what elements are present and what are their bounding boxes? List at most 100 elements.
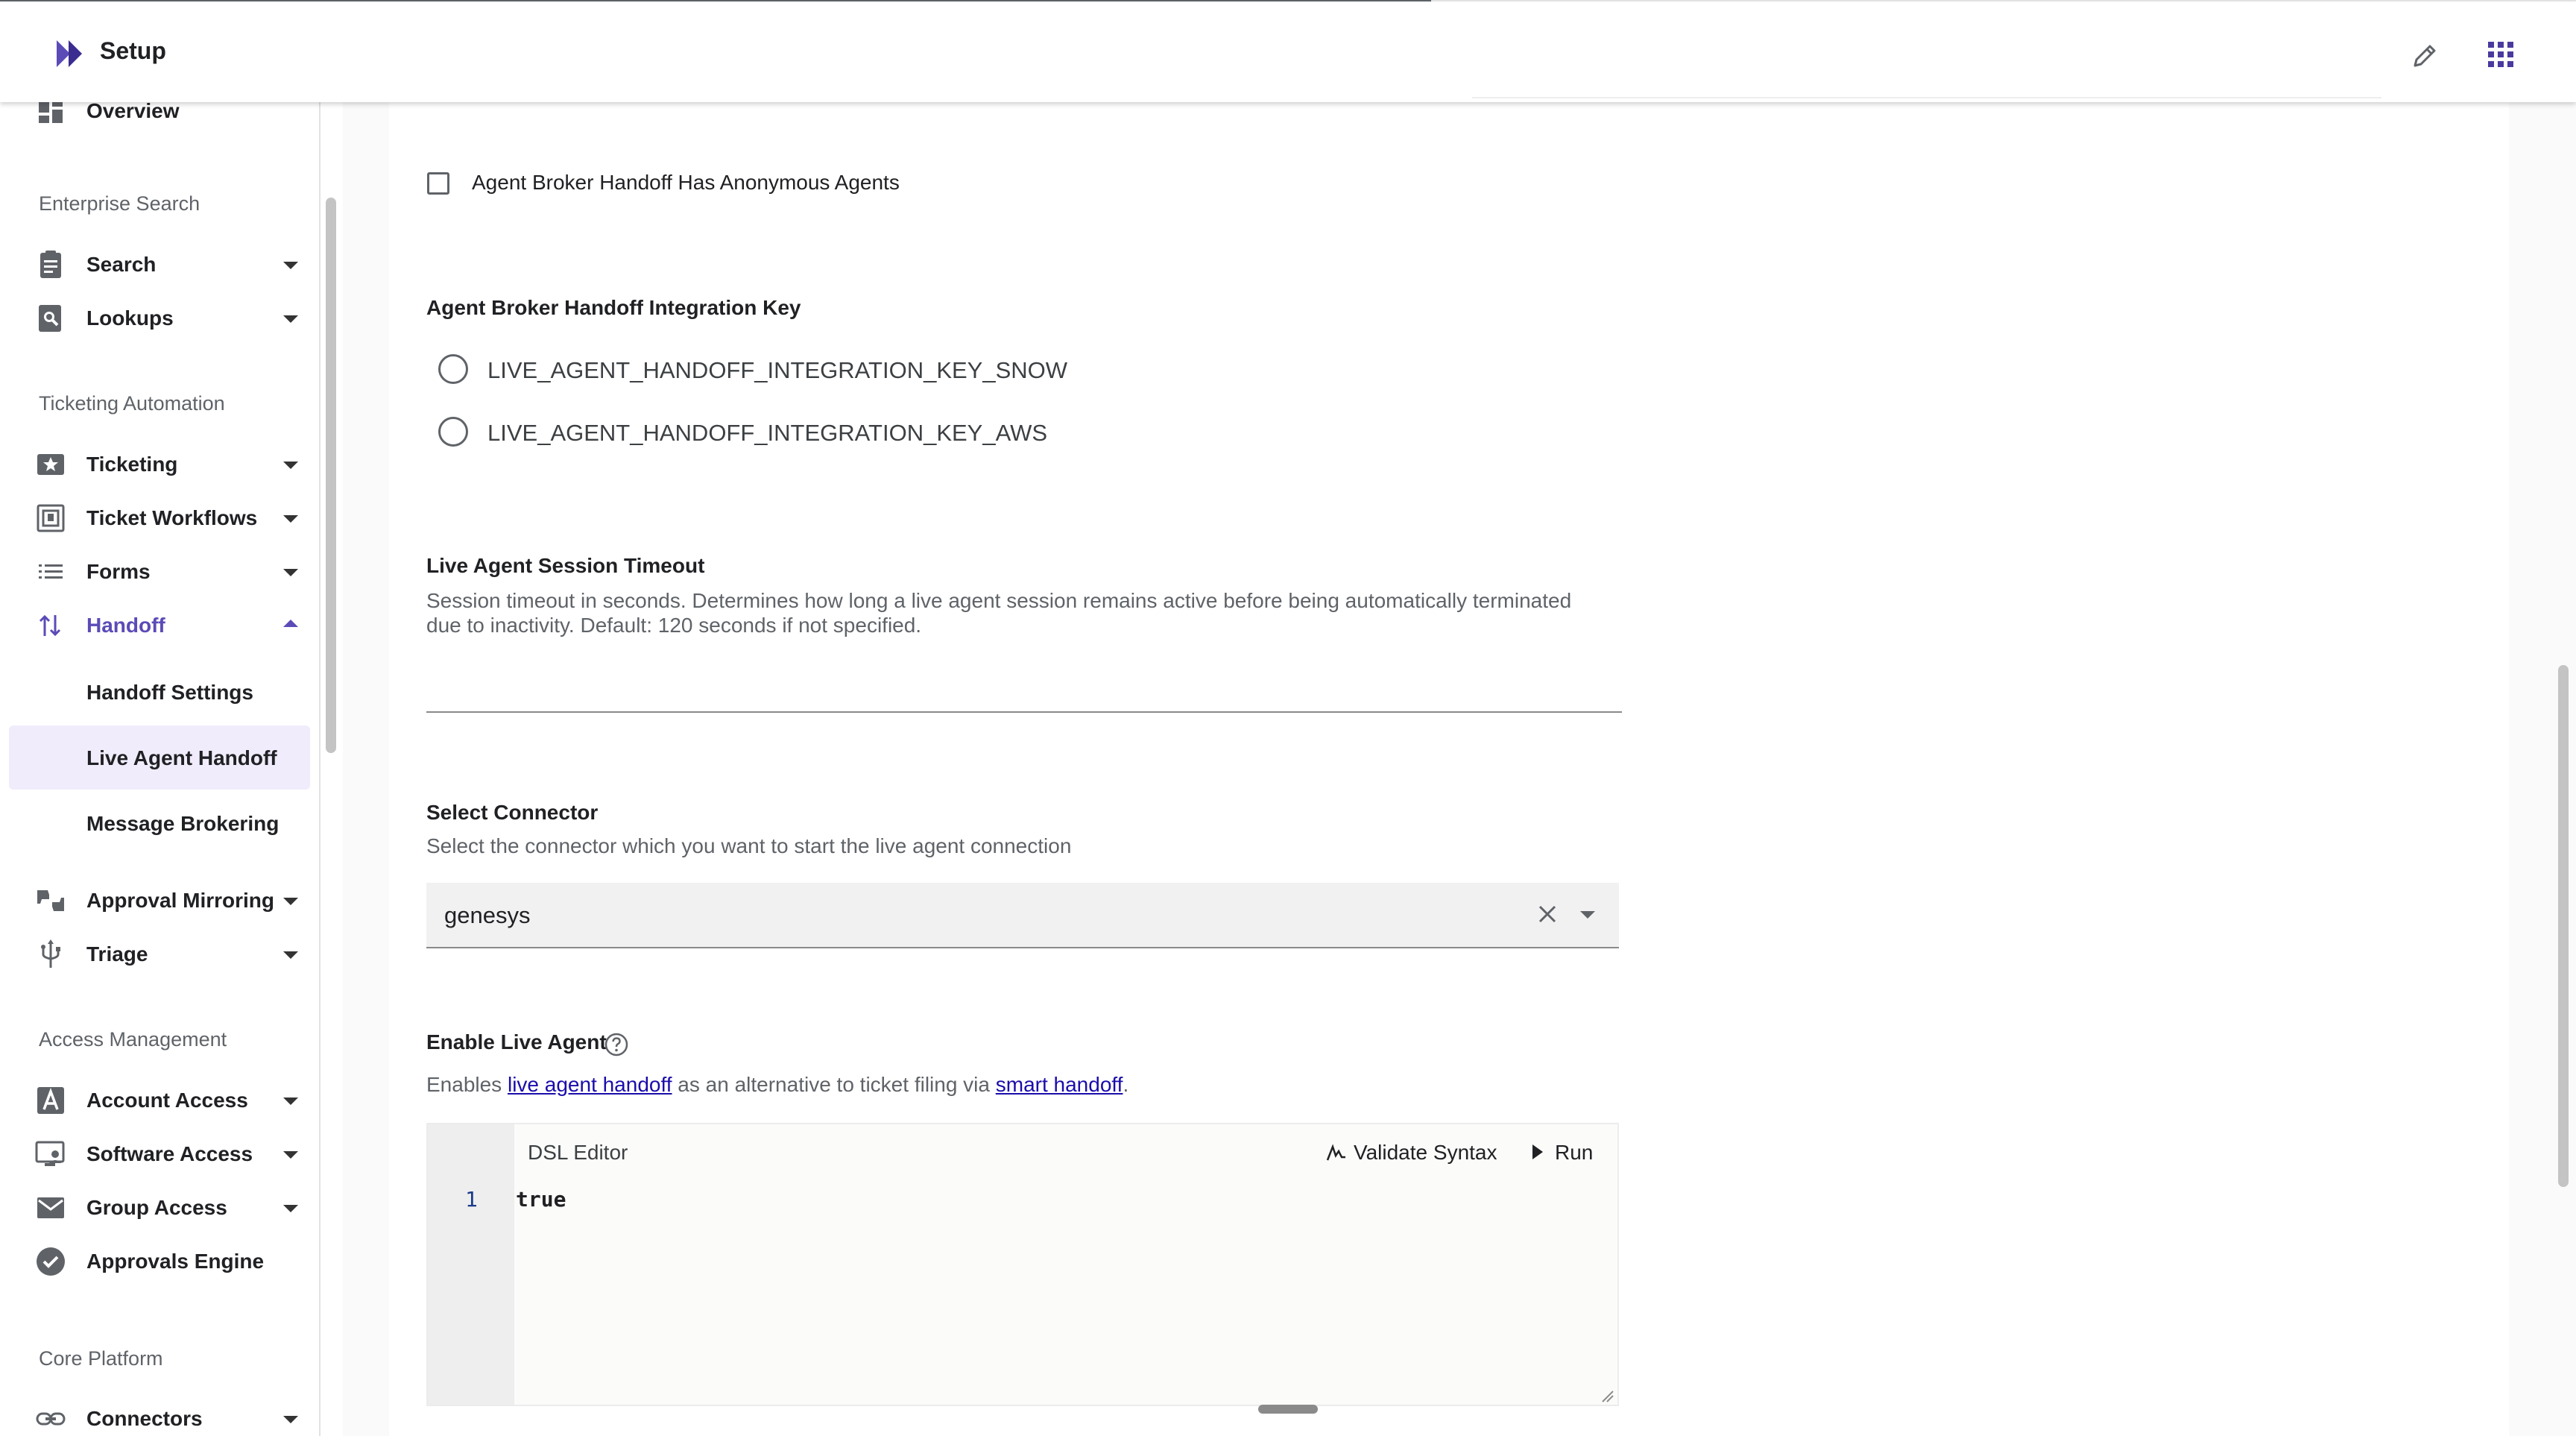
sidebar-item-label: Triage <box>86 942 148 966</box>
sidebar-item-approvals-engine[interactable]: Approvals Engine <box>0 1235 319 1288</box>
chevron-down-icon <box>283 1416 298 1423</box>
radio-label: LIVE_AGENT_HANDOFF_INTEGRATION_KEY_SNOW <box>487 357 1068 383</box>
sidebar-item-ticketing[interactable]: Ticketing <box>0 438 319 491</box>
chevron-down-icon <box>283 262 298 269</box>
sidebar-item-label: Overview <box>86 102 180 122</box>
sidebar-subitem-message-brokering[interactable]: Message Brokering <box>9 791 310 855</box>
connector-select[interactable]: genesys <box>426 883 1619 948</box>
sidebar-item-triage[interactable]: Triage <box>0 928 319 981</box>
validate-syntax-label: Validate Syntax <box>1354 1141 1497 1164</box>
radio-button[interactable] <box>438 417 468 447</box>
chevron-up-icon <box>283 620 298 627</box>
radio-label: LIVE_AGENT_HANDOFF_INTEGRATION_KEY_AWS <box>487 420 1048 446</box>
sidebar-item-label: Ticketing <box>86 453 178 476</box>
thumbs-up-down-icon <box>37 890 64 911</box>
sidebar-scrollbar[interactable] <box>326 198 336 753</box>
select-connector-description: Select the connector which you want to s… <box>426 834 1072 857</box>
sidebar-item-overview[interactable]: Overview <box>0 102 319 138</box>
double-chevron-logo-icon[interactable] <box>57 40 88 67</box>
sidebar-subitem-label: Message Brokering <box>86 812 280 835</box>
radio-button[interactable] <box>438 354 468 384</box>
anonymous-agents-checkbox[interactable] <box>427 172 449 195</box>
section-access-management: Access Management <box>39 1028 227 1051</box>
chevron-down-icon <box>283 515 298 523</box>
sidebar-item-label: Handoff <box>86 614 165 637</box>
sidebar-subitem-handoff-settings[interactable]: Handoff Settings <box>9 660 310 724</box>
editor-gutter <box>428 1124 514 1405</box>
sidebar-item-group-access[interactable]: Group Access <box>0 1181 319 1235</box>
sidebar-item-label: Lookups <box>86 306 174 330</box>
sidebar-subitem-label: Live Agent Handoff <box>86 746 277 769</box>
sidebar-item-label: Search <box>86 253 157 276</box>
session-timeout-title: Live Agent Session Timeout <box>426 554 705 577</box>
header-divider <box>1472 97 2381 98</box>
sidebar-item-forms[interactable]: Forms <box>0 545 319 599</box>
sidebar-item-connectors[interactable]: Connectors <box>0 1392 319 1436</box>
desc-text: Enables <box>426 1073 508 1096</box>
sidebar-subitem-live-agent-handoff[interactable]: Live Agent Handoff <box>9 725 310 790</box>
session-timeout-input[interactable] <box>426 656 1622 713</box>
chevron-down-icon[interactable] <box>1580 911 1595 919</box>
swap-vertical-icon <box>39 614 61 637</box>
line-number: 1 <box>465 1187 478 1212</box>
main-scrollbar[interactable] <box>2558 665 2569 1187</box>
sidebar-item-lookups[interactable]: Lookups <box>0 292 319 345</box>
sidebar-item-label: Connectors <box>86 1407 203 1430</box>
sidebar-item-label: Group Access <box>86 1196 227 1219</box>
workflow-frame-icon <box>37 504 65 532</box>
app-header: Setup <box>0 1 2576 102</box>
chevron-down-icon <box>283 898 298 905</box>
apps-grid-icon[interactable] <box>2482 36 2519 73</box>
sidebar-item-label: Approvals Engine <box>86 1250 265 1273</box>
sidebar-item-search[interactable]: Search <box>0 238 319 292</box>
sidebar-item-approval-mirroring[interactable]: Approval Mirroring <box>0 874 319 928</box>
search-document-icon <box>39 305 61 332</box>
sidebar-subitem-label: Handoff Settings <box>86 681 253 704</box>
live-agent-handoff-link[interactable]: live agent handoff <box>508 1073 672 1096</box>
play-icon <box>1532 1144 1543 1159</box>
envelope-icon <box>37 1197 64 1218</box>
app-title: Setup <box>100 37 166 64</box>
monitor-user-icon <box>35 1141 65 1166</box>
check-circle-icon <box>37 1247 65 1276</box>
chevron-down-icon <box>283 1205 298 1212</box>
enable-live-agent-title: Enable Live Agent <box>426 1030 607 1054</box>
code-line[interactable]: true <box>516 1187 566 1212</box>
run-label: Run <box>1555 1141 1594 1164</box>
chevron-down-icon <box>283 569 298 576</box>
chevron-down-icon <box>283 462 298 469</box>
ticket-star-icon <box>37 454 64 475</box>
dsl-editor[interactable]: 1 true DSL Editor Validate Syntax Run <box>426 1123 1619 1406</box>
session-timeout-description-line1: Session timeout in seconds. Determines h… <box>426 589 1572 612</box>
resize-grip-icon[interactable] <box>1600 1388 1614 1403</box>
sidebar-item-software-access[interactable]: Software Access <box>0 1127 319 1181</box>
pencil-icon[interactable] <box>2408 39 2442 73</box>
sidebar-item-account-access[interactable]: Account Access <box>0 1074 319 1127</box>
sidebar-item-label: Approval Mirroring <box>86 889 275 912</box>
section-enterprise-search: Enterprise Search <box>39 192 201 215</box>
session-timeout-description-line2: due to inactivity. Default: 120 seconds … <box>426 614 922 637</box>
sidebar-item-ticket-workflows[interactable]: Ticket Workflows <box>0 491 319 545</box>
desc-text: . <box>1123 1073 1129 1096</box>
validate-wave-icon <box>1326 1144 1345 1161</box>
chevron-down-icon <box>283 951 298 959</box>
dashboard-icon <box>39 102 63 123</box>
sidebar-item-label: Forms <box>86 560 151 583</box>
help-circle-icon[interactable] <box>604 1032 629 1057</box>
sidebar-item-label: Software Access <box>86 1142 253 1165</box>
sidebar-nav: Overview Enterprise Search Search Lookup… <box>0 102 321 1436</box>
section-ticketing-automation: Ticketing Automation <box>39 392 225 415</box>
editor-title: DSL Editor <box>528 1141 628 1164</box>
close-icon[interactable] <box>1535 902 1559 926</box>
chevron-down-icon <box>283 315 298 323</box>
editor-drag-handle[interactable] <box>1258 1405 1318 1414</box>
chevron-down-icon <box>283 1098 298 1105</box>
link-icon <box>36 1412 66 1426</box>
section-core-platform: Core Platform <box>39 1347 163 1370</box>
sidebar-item-label: Account Access <box>86 1089 248 1112</box>
sidebar-item-handoff[interactable]: Handoff <box>0 599 319 652</box>
smart-handoff-link[interactable]: smart handoff <box>996 1073 1123 1096</box>
clipboard-list-icon <box>40 251 61 278</box>
select-connector-title: Select Connector <box>426 801 599 824</box>
sidebar-item-label: Ticket Workflows <box>86 506 258 529</box>
